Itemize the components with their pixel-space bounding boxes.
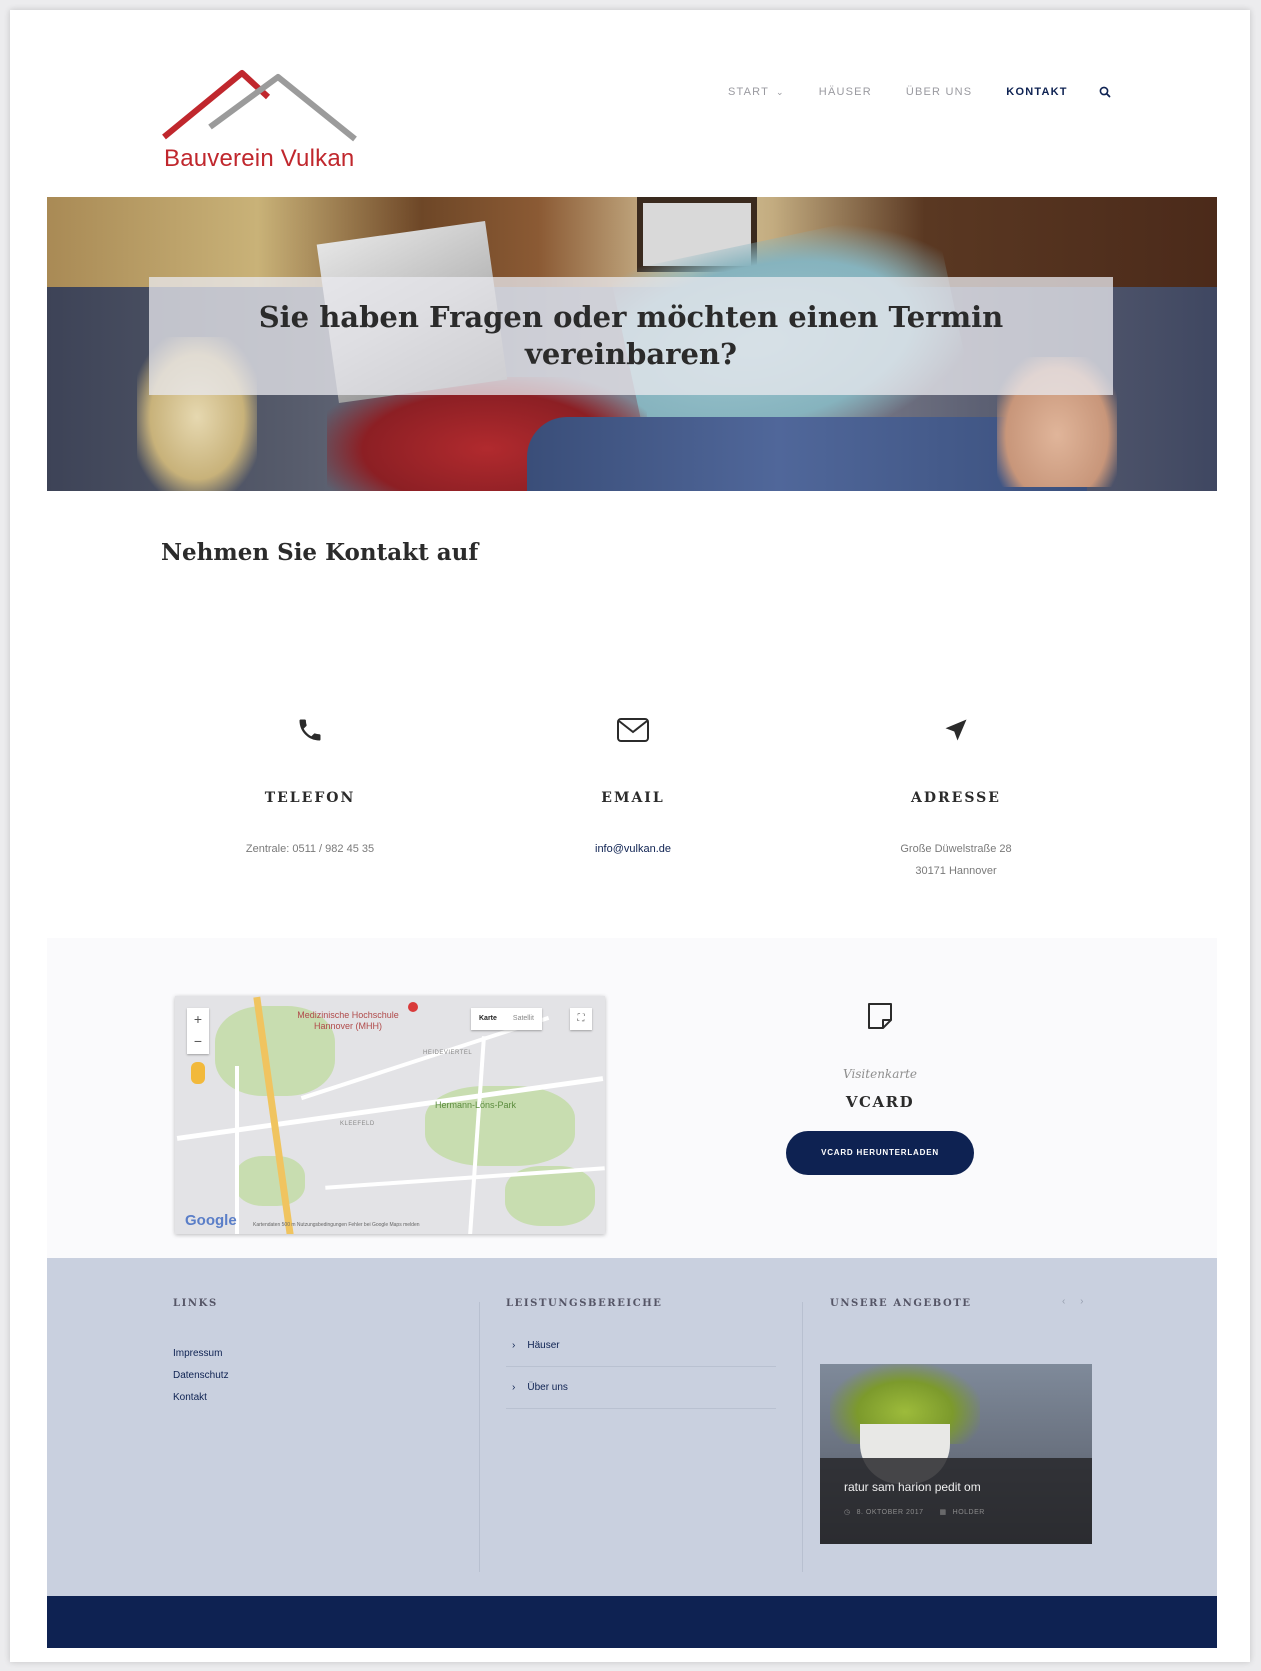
- contact-phone: TELEFON Zentrale: 0511 / 982 45 35: [160, 710, 460, 860]
- contact-email: EMAIL info@vulkan.de: [483, 710, 783, 860]
- address-line2: 30171 Hannover: [915, 865, 997, 877]
- phone-icon: [299, 719, 321, 741]
- phone-value[interactable]: Zentrale: 0511 / 982 45 35: [160, 838, 460, 860]
- email-heading: EMAIL: [601, 790, 665, 806]
- google-logo: Google: [185, 1212, 237, 1229]
- map-poi-label: Medizinische Hochschule Hannover (MHH): [297, 1010, 399, 1031]
- address-line1: Große Düwelstraße 28: [900, 843, 1012, 855]
- vcard-download-button[interactable]: VCARD HERUNTERLADEN: [786, 1131, 974, 1175]
- offer-category: HOLDER: [952, 1508, 985, 1516]
- nav-item-kontakt[interactable]: KONTAKT: [1006, 86, 1067, 98]
- offer-card[interactable]: ratur sam harion pedit om ◷ 8. OKTOBER 2…: [820, 1364, 1092, 1544]
- pegman-icon[interactable]: [191, 1062, 205, 1084]
- footer-link-datenschutz[interactable]: Datenschutz: [173, 1365, 229, 1387]
- location-arrow-icon: [945, 719, 967, 741]
- search-icon[interactable]: [1098, 85, 1112, 99]
- offer-date: 8. OKTOBER 2017: [856, 1508, 924, 1516]
- footer-offers: UNSERE ANGEBOTE: [830, 1298, 972, 1309]
- nav-item-ueber-uns[interactable]: ÜBER UNS: [906, 86, 972, 98]
- offers-pager[interactable]: ‹ ›: [1062, 1296, 1089, 1307]
- brand-name: Bauverein Vulkan: [164, 145, 355, 172]
- phone-heading: TELEFON: [264, 790, 356, 806]
- map-zoom-out-button[interactable]: −: [187, 1030, 209, 1052]
- logo-roof-icon: [162, 70, 357, 142]
- envelope-icon: [617, 718, 649, 742]
- chevron-down-icon: ⌄: [776, 86, 785, 97]
- contact-address: ADRESSE Große Düwelstraße 28 30171 Hanno…: [806, 710, 1106, 882]
- main-nav: START ⌄ HÄUSER ÜBER UNS KONTAKT: [728, 85, 1112, 99]
- footer-link-impressum[interactable]: Impressum: [173, 1343, 229, 1365]
- map-footer: Kartendaten 500 m Nutzungsbedingungen Fe…: [253, 1222, 420, 1228]
- folder-icon: ▦: [939, 1509, 947, 1516]
- footer-bottom-bar: [47, 1596, 1217, 1648]
- vcard-block: Visitenkarte VCARD VCARD HERUNTERLADEN: [770, 1000, 990, 1175]
- offer-meta: ◷ 8. OKTOBER 2017 ▦ HOLDER: [844, 1508, 985, 1517]
- note-icon: [868, 1003, 892, 1029]
- map-district-kleefeld: KLEEFELD: [340, 1121, 375, 1127]
- map-type-satellite-button[interactable]: Satellit: [505, 1008, 542, 1030]
- map-zoom-in-button[interactable]: +: [187, 1008, 209, 1030]
- footer-link-kontakt[interactable]: Kontakt: [173, 1387, 229, 1409]
- footer-services-title: LEISTUNGSBEREICHE: [506, 1298, 663, 1309]
- footer-divider: [479, 1302, 480, 1572]
- map-district-heideviertel: HEIDEVIERTEL: [423, 1050, 473, 1056]
- page: Bauverein Vulkan START ⌄ HÄUSER ÜBER UNS…: [10, 10, 1250, 1662]
- footer: LINKS Impressum Datenschutz Kontakt LEIS…: [47, 1258, 1217, 1596]
- map-type-control: Karte Satellit: [471, 1008, 542, 1030]
- map-zoom-control: + −: [187, 1008, 209, 1054]
- footer-services: LEISTUNGSBEREICHE › Häuser › Über uns: [506, 1298, 776, 1409]
- footer-links: LINKS Impressum Datenschutz Kontakt: [173, 1298, 229, 1409]
- nav-item-haeuser[interactable]: HÄUSER: [819, 86, 872, 98]
- map-type-map-button[interactable]: Karte: [471, 1008, 505, 1030]
- google-map[interactable]: Medizinische Hochschule Hannover (MHH) H…: [175, 996, 605, 1234]
- hero-overlay: Sie haben Fragen oder möchten einen Term…: [149, 277, 1113, 395]
- chevron-right-icon: ›: [512, 1340, 516, 1351]
- chevron-right-icon: ›: [512, 1382, 516, 1393]
- contact-title: Nehmen Sie Kontakt auf: [161, 539, 479, 566]
- brand-logo[interactable]: Bauverein Vulkan: [160, 65, 380, 180]
- address-value: Große Düwelstraße 28 30171 Hannover: [806, 838, 1106, 882]
- offer-title[interactable]: ratur sam harion pedit om: [844, 1480, 981, 1494]
- vcard-subtitle: Visitenkarte: [842, 1067, 918, 1081]
- hero-title: Sie haben Fragen oder möchten einen Term…: [258, 300, 1004, 371]
- fullscreen-icon[interactable]: ⛶: [570, 1008, 592, 1030]
- footer-offers-title: UNSERE ANGEBOTE: [830, 1298, 972, 1309]
- clock-icon: ◷: [844, 1509, 851, 1516]
- email-link[interactable]: info@vulkan.de: [483, 838, 783, 860]
- footer-links-title: LINKS: [173, 1298, 218, 1309]
- hero-banner: Sie haben Fragen oder möchten einen Term…: [47, 197, 1217, 491]
- footer-service-ueber-uns[interactable]: › Über uns: [506, 1367, 776, 1409]
- vcard-title: VCARD: [845, 1093, 915, 1111]
- footer-service-haeuser[interactable]: › Häuser: [506, 1325, 776, 1367]
- nav-item-start[interactable]: START ⌄: [728, 86, 785, 98]
- map-park-label: Hermann-Löns-Park: [435, 1100, 517, 1110]
- address-heading: ADRESSE: [911, 790, 1001, 806]
- footer-divider: [802, 1302, 803, 1572]
